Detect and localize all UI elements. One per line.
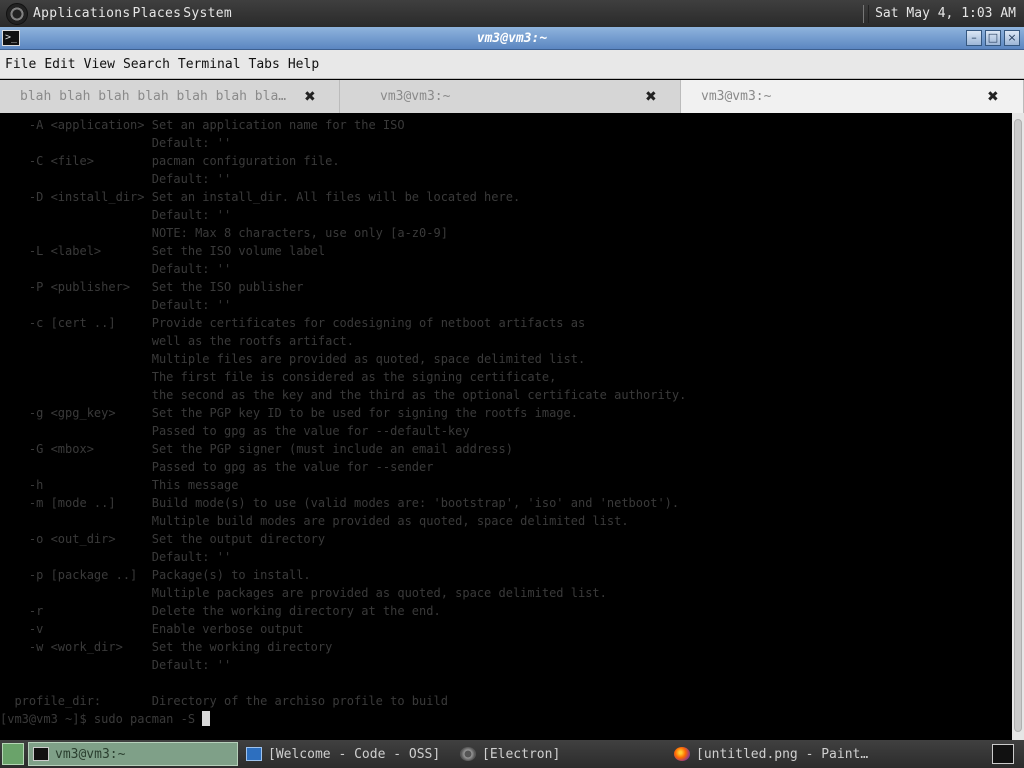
taskbar-item-code[interactable]: [Welcome - Code - OSS]	[242, 742, 452, 766]
terminal-line: -A <application> Set an application name…	[0, 118, 405, 132]
taskbar-item-label: [Electron]	[482, 746, 561, 762]
menu-edit[interactable]: Edit	[44, 57, 75, 72]
terminal-line: the second as the key and the third as t…	[0, 388, 687, 402]
terminal-line: -r Delete the working directory at the e…	[0, 604, 441, 618]
terminal-line: Default: ''	[0, 262, 232, 276]
terminal-line: The first file is considered as the sign…	[0, 370, 557, 384]
terminal-area[interactable]: -A <application> Set an application name…	[0, 113, 1012, 740]
terminal-line: -o <out_dir> Set the output directory	[0, 532, 326, 546]
panel-separator	[863, 4, 870, 23]
tab-3[interactable]: vm3@vm3:~ ✖	[681, 80, 1024, 113]
maximize-button[interactable]: □	[985, 30, 1001, 46]
taskbar-item-terminal[interactable]: vm3@vm3:~	[28, 742, 238, 766]
terminal-line: -D <install_dir> Set an install_dir. All…	[0, 190, 521, 204]
tray-terminal-icon[interactable]	[992, 744, 1014, 764]
terminal-line: Default: ''	[0, 550, 232, 564]
show-desktop-icon[interactable]	[2, 743, 24, 765]
terminal-line: -w <work_dir> Set the working directory	[0, 640, 333, 654]
code-icon	[246, 747, 262, 761]
menu-bar: File Edit View Search Terminal Tabs Help	[0, 50, 1024, 79]
close-button[interactable]: ×	[1004, 30, 1020, 46]
tab-bar: blah blah blah blah blah blah bla… ✖ vm3…	[0, 80, 1024, 113]
bottom-panel: vm3@vm3:~ [Welcome - Code - OSS] [Electr…	[0, 740, 1024, 768]
minimize-button[interactable]: –	[966, 30, 982, 46]
terminal-line: profile_dir: Directory of the archiso pr…	[0, 694, 448, 708]
terminal-output: -A <application> Set an application name…	[0, 116, 686, 728]
menu-places[interactable]: Places	[132, 6, 183, 21]
tab-label: vm3@vm3:~	[380, 89, 451, 104]
menu-applications[interactable]: Applications	[32, 6, 132, 21]
terminal-line: Multiple build modes are provided as quo…	[0, 514, 629, 528]
menu-file[interactable]: File	[5, 57, 36, 72]
shell-prompt[interactable]: [vm3@vm3 ~]$ sudo pacman -S	[0, 710, 686, 728]
tab-close-icon[interactable]: ✖	[645, 89, 657, 105]
taskbar-item-label: [untitled.png - Paint…	[696, 746, 869, 762]
terminal-line: Default: ''	[0, 136, 232, 150]
terminal-line: -g <gpg_key> Set the PGP key ID to be us…	[0, 406, 578, 420]
clock[interactable]: Sat May 4, 1:03 AM	[875, 6, 1016, 21]
terminal-line: -L <label> Set the ISO volume label	[0, 244, 326, 258]
top-panel: Applications Places System Sat May 4, 1:…	[0, 0, 1024, 27]
tab-1[interactable]: blah blah blah blah blah blah bla… ✖	[0, 80, 340, 113]
electron-icon	[460, 747, 476, 761]
terminal-line: Default: ''	[0, 298, 232, 312]
terminal-scrollbar[interactable]	[1012, 113, 1024, 740]
terminal-line: -v Enable verbose output	[0, 622, 304, 636]
window-title: vm3@vm3:~	[476, 30, 548, 46]
tab-2[interactable]: vm3@vm3:~ ✖	[340, 80, 681, 113]
firefox-icon	[674, 747, 690, 761]
terminal-line: Passed to gpg as the value for --sender	[0, 460, 434, 474]
terminal-line: Default: ''	[0, 208, 232, 222]
tab-label: blah blah blah blah blah blah bla…	[20, 89, 287, 104]
terminal-line: Multiple packages are provided as quoted…	[0, 586, 607, 600]
terminal-line: -h This message	[0, 478, 239, 492]
terminal-line: well as the rootfs artifact.	[0, 334, 355, 348]
prompt-text: [vm3@vm3 ~]$ sudo pacman -S	[0, 712, 203, 726]
terminal-icon	[33, 747, 49, 761]
terminal-line: Passed to gpg as the value for --default…	[0, 424, 470, 438]
menu-search[interactable]: Search	[123, 57, 170, 72]
menu-terminal[interactable]: Terminal	[178, 57, 241, 72]
text-cursor	[202, 711, 211, 726]
tab-close-icon[interactable]: ✖	[304, 89, 316, 105]
terminal-line: Default: ''	[0, 172, 232, 186]
terminal-line: -m [mode ..] Build mode(s) to use (valid…	[0, 496, 680, 510]
tab-label: vm3@vm3:~	[701, 89, 772, 104]
terminal-line: -P <publisher> Set the ISO publisher	[0, 280, 304, 294]
terminal-line: Default: ''	[0, 658, 232, 672]
scrollbar-thumb[interactable]	[1014, 119, 1022, 732]
window-titlebar[interactable]: >_ vm3@vm3:~ – □ ×	[0, 27, 1024, 50]
terminal-line: -G <mbox> Set the PGP signer (must inclu…	[0, 442, 513, 456]
taskbar-item-label: [Welcome - Code - OSS]	[268, 746, 441, 762]
tab-close-icon[interactable]: ✖	[987, 89, 999, 105]
taskbar-item-paint[interactable]: [untitled.png - Paint…	[670, 742, 880, 766]
taskbar-item-electron[interactable]: [Electron]	[456, 742, 666, 766]
distro-logo-icon[interactable]	[6, 2, 28, 25]
menu-tabs[interactable]: Tabs	[249, 57, 280, 72]
taskbar-item-label: vm3@vm3:~	[55, 746, 126, 762]
terminal-line: -C <file> pacman configuration file.	[0, 154, 340, 168]
menu-system[interactable]: System	[182, 6, 233, 21]
terminal-line: -p [package ..] Package(s) to install.	[0, 568, 311, 582]
terminal-line: NOTE: Max 8 characters, use only [a-z0-9…	[0, 226, 448, 240]
terminal-line: -c [cert ..] Provide certificates for co…	[0, 316, 586, 330]
menu-help[interactable]: Help	[288, 57, 319, 72]
terminal-line: Multiple files are provided as quoted, s…	[0, 352, 586, 366]
menu-view[interactable]: View	[84, 57, 115, 72]
